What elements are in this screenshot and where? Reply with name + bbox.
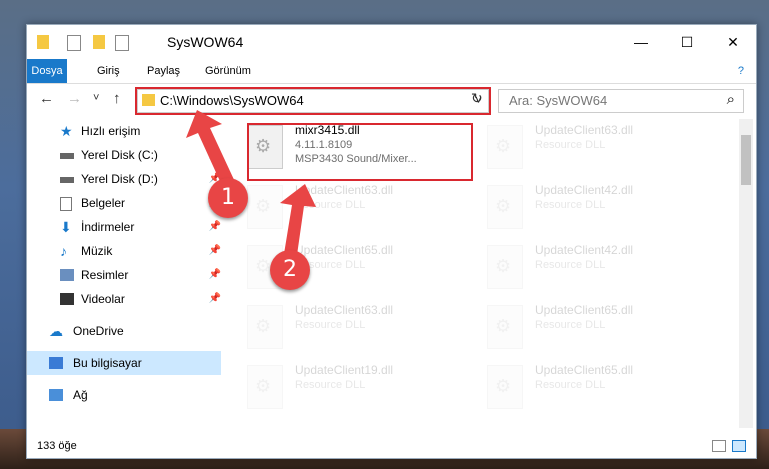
address-highlight [135, 87, 491, 115]
sidebar-item-disk-c[interactable]: Yerel Disk (C:) 📌 [27, 143, 221, 167]
close-button[interactable]: ✕ [710, 25, 756, 59]
search-icon: ⌕ [726, 91, 735, 108]
minimize-button[interactable]: — [618, 25, 664, 59]
sidebar-item-network[interactable]: Ağ [27, 383, 221, 407]
dll-file-icon [247, 365, 283, 409]
documents-icon [60, 197, 72, 211]
explorer-window: SysWOW64 — ☐ ✕ Dosya Giriş Paylaş Görünü… [26, 24, 757, 459]
pin-icon[interactable]: 📌 [209, 215, 221, 239]
step-badge-2: 2 [270, 250, 310, 290]
tab-share[interactable]: Paylaş [139, 59, 188, 83]
recent-locations-button[interactable]: ˅ [93, 92, 99, 104]
tab-home[interactable]: Giriş [89, 59, 128, 83]
properties-icon[interactable] [67, 35, 81, 51]
vertical-scrollbar[interactable] [739, 119, 753, 428]
title-bar: SysWOW64 — ☐ ✕ [27, 25, 756, 59]
sidebar-item-pictures[interactable]: Resimler 📌 [27, 263, 221, 287]
sidebar-item-documents[interactable]: Belgeler📌 [27, 191, 221, 215]
file-tile[interactable]: UpdateClient63.dllResource DLL [237, 179, 467, 235]
videos-icon [60, 293, 74, 305]
dll-file-icon [247, 185, 283, 229]
computer-icon [49, 357, 63, 369]
file-tile[interactable]: UpdateClient65.dllResource DLL [477, 359, 707, 415]
sidebar-item-quick-access[interactable]: ★ Hızlı erişim [27, 119, 221, 143]
dll-file-icon [487, 245, 523, 289]
file-tile[interactable]: UpdateClient42.dllResource DLL [477, 179, 707, 235]
sidebar-item-music[interactable]: ♪ Müzik 📌 [27, 239, 221, 263]
pictures-icon [60, 269, 74, 281]
folder-icon [37, 35, 49, 49]
downloads-icon: ⬇ [60, 219, 72, 235]
pin-icon[interactable]: 📌 [209, 143, 221, 167]
star-icon: ★ [60, 123, 73, 139]
navigation-bar: ← → ˅ ↑ C:\Windows\SysWOW64 ˅ ↻ Ara: Sys… [27, 85, 756, 115]
pin-icon[interactable]: 📌 [209, 239, 221, 263]
file-tile[interactable]: UpdateClient65.dllResource DLL [477, 299, 707, 355]
step-badge-1: 1 [208, 178, 248, 218]
maximize-button[interactable]: ☐ [664, 25, 710, 59]
tab-file[interactable]: Dosya [27, 59, 67, 83]
dll-file-icon [487, 185, 523, 229]
sidebar-item-downloads[interactable]: ⬇ İndirmeler 📌 [27, 215, 221, 239]
file-tile[interactable]: UpdateClient19.dllResource DLL [237, 359, 467, 415]
details-view-icon[interactable] [712, 440, 726, 452]
forward-button[interactable]: → [67, 90, 82, 107]
drive-icon [60, 177, 74, 183]
file-highlight [247, 123, 473, 181]
customize-icon[interactable] [115, 35, 129, 51]
ribbon-tabs: Dosya Giriş Paylaş Görünüm ? [27, 59, 756, 84]
pin-icon[interactable]: 📌 [209, 263, 221, 287]
sidebar-item-disk-d[interactable]: Yerel Disk (D:) 📌 [27, 167, 221, 191]
cloud-icon: ☁ [49, 323, 63, 339]
refresh-button[interactable]: ↻ [471, 90, 483, 107]
sidebar-item-onedrive[interactable]: ☁ OneDrive [27, 319, 221, 343]
pin-icon[interactable]: 📌 [209, 287, 221, 311]
dll-file-icon [487, 365, 523, 409]
network-icon [49, 389, 63, 401]
dll-file-icon [487, 305, 523, 349]
scrollbar-thumb[interactable] [741, 135, 751, 185]
sidebar-item-this-pc[interactable]: Bu bilgisayar [27, 351, 221, 375]
dll-file-icon [247, 305, 283, 349]
help-icon[interactable]: ? [730, 59, 752, 83]
file-tile[interactable]: UpdateClient63.dllResource DLL [237, 299, 467, 355]
music-icon: ♪ [60, 243, 67, 259]
up-button[interactable]: ↑ [113, 90, 121, 107]
item-count: 133 öğe [37, 440, 77, 452]
file-tile[interactable]: UpdateClient42.dllResource DLL [477, 239, 707, 295]
window-title: SysWOW64 [167, 34, 244, 50]
tab-view[interactable]: Görünüm [197, 59, 259, 83]
dll-file-icon [487, 125, 523, 169]
new-folder-icon[interactable] [93, 35, 105, 49]
back-button[interactable]: ← [39, 90, 54, 107]
sidebar-item-videos[interactable]: Videolar 📌 [27, 287, 221, 311]
tiles-view-icon[interactable] [732, 440, 746, 452]
file-list: mixr3415.dll4.11.1.8109MSP3430 Sound/Mix… [237, 119, 737, 436]
search-placeholder: Ara: SysWOW64 [509, 93, 608, 108]
navigation-pane: ★ Hızlı erişim Yerel Disk (C:) 📌 Yerel Dis… [27, 119, 221, 436]
file-tile[interactable]: UpdateClient63.dllResource DLL [477, 119, 707, 175]
drive-icon [60, 153, 74, 159]
search-box[interactable]: Ara: SysWOW64 ⌕ [498, 89, 744, 113]
